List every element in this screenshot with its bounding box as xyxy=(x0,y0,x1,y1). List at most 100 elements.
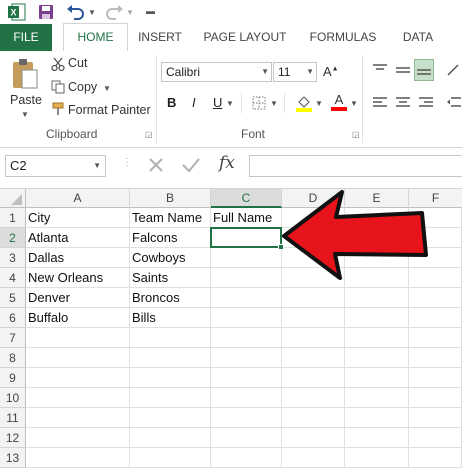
cell-e5[interactable] xyxy=(345,288,409,308)
cell-c8[interactable] xyxy=(211,348,282,368)
cell-a12[interactable] xyxy=(26,428,130,448)
cell-a8[interactable] xyxy=(26,348,130,368)
cell-d10[interactable] xyxy=(282,388,345,408)
italic-button[interactable]: I xyxy=(192,95,196,110)
cell-f12[interactable] xyxy=(409,428,462,448)
cell-f11[interactable] xyxy=(409,408,462,428)
cell-a4[interactable]: New Orleans xyxy=(26,268,130,288)
font-name-dropdown[interactable]: Calibri ▼ xyxy=(161,62,272,82)
cell-a3[interactable]: Dallas xyxy=(26,248,130,268)
cell-e9[interactable] xyxy=(345,368,409,388)
align-middle-icon[interactable] xyxy=(395,63,411,77)
cell-d8[interactable] xyxy=(282,348,345,368)
font-color-button[interactable]: A xyxy=(331,92,347,112)
cell-a5[interactable]: Denver xyxy=(26,288,130,308)
cell-d11[interactable] xyxy=(282,408,345,428)
row-header-6[interactable]: 6 xyxy=(0,308,26,328)
undo-icon[interactable] xyxy=(66,3,86,21)
align-left-icon[interactable] xyxy=(372,96,388,110)
cell-b11[interactable] xyxy=(130,408,211,428)
cell-f10[interactable] xyxy=(409,388,462,408)
cell-c7[interactable] xyxy=(211,328,282,348)
cell-f6[interactable] xyxy=(409,308,462,328)
cell-c6[interactable] xyxy=(211,308,282,328)
tab-page-layout[interactable]: PAGE LAYOUT xyxy=(196,24,294,51)
cell-b9[interactable] xyxy=(130,368,211,388)
orientation-icon[interactable] xyxy=(446,63,462,77)
row-header-13[interactable]: 13 xyxy=(0,448,26,468)
redo-icon[interactable] xyxy=(104,3,124,21)
cell-e8[interactable] xyxy=(345,348,409,368)
column-header-a[interactable]: A xyxy=(26,189,130,208)
row-header-4[interactable]: 4 xyxy=(0,268,26,288)
cell-c1[interactable]: Full Name xyxy=(211,208,282,228)
cell-c12[interactable] xyxy=(211,428,282,448)
cell-b5[interactable]: Broncos xyxy=(130,288,211,308)
cancel-icon[interactable] xyxy=(147,156,165,174)
cell-f8[interactable] xyxy=(409,348,462,368)
align-top-icon[interactable] xyxy=(372,63,388,77)
tab-data[interactable]: DATA xyxy=(392,24,444,51)
cell-b2[interactable]: Falcons xyxy=(130,228,211,248)
decrease-indent-icon[interactable] xyxy=(446,96,462,110)
row-header-5[interactable]: 5 xyxy=(0,288,26,308)
cell-a9[interactable] xyxy=(26,368,130,388)
row-header-8[interactable]: 8 xyxy=(0,348,26,368)
cell-a7[interactable] xyxy=(26,328,130,348)
row-header-7[interactable]: 7 xyxy=(0,328,26,348)
cell-c10[interactable] xyxy=(211,388,282,408)
cell-b4[interactable]: Saints xyxy=(130,268,211,288)
grow-font-button[interactable]: A▲ xyxy=(323,64,339,79)
cell-d12[interactable] xyxy=(282,428,345,448)
cell-b7[interactable] xyxy=(130,328,211,348)
cell-d7[interactable] xyxy=(282,328,345,348)
cell-f5[interactable] xyxy=(409,288,462,308)
cell-b6[interactable]: Bills xyxy=(130,308,211,328)
cell-f13[interactable] xyxy=(409,448,462,468)
row-header-3[interactable]: 3 xyxy=(0,248,26,268)
cell-c3[interactable] xyxy=(211,248,282,268)
enter-icon[interactable] xyxy=(181,156,201,174)
cell-c4[interactable] xyxy=(211,268,282,288)
row-header-11[interactable]: 11 xyxy=(0,408,26,428)
cell-c5[interactable] xyxy=(211,288,282,308)
cell-c13[interactable] xyxy=(211,448,282,468)
align-right-icon[interactable] xyxy=(418,96,434,110)
customize-qat-icon[interactable]: ▬ xyxy=(146,6,155,16)
font-size-dropdown[interactable]: 11 ▼ xyxy=(273,62,317,82)
cell-b3[interactable]: Cowboys xyxy=(130,248,211,268)
cell-e12[interactable] xyxy=(345,428,409,448)
row-header-2[interactable]: 2 xyxy=(0,228,26,248)
cell-e7[interactable] xyxy=(345,328,409,348)
undo-dropdown-icon[interactable]: ▼ xyxy=(88,8,96,17)
cell-d13[interactable] xyxy=(282,448,345,468)
cell-a13[interactable] xyxy=(26,448,130,468)
copy-button[interactable]: Copy xyxy=(68,80,97,94)
cell-d5[interactable] xyxy=(282,288,345,308)
cell-e10[interactable] xyxy=(345,388,409,408)
paste-button[interactable]: Paste xyxy=(10,93,42,107)
save-icon[interactable] xyxy=(38,4,54,20)
bold-button[interactable]: B xyxy=(167,95,176,110)
borders-icon[interactable] xyxy=(252,96,266,110)
cell-b12[interactable] xyxy=(130,428,211,448)
fill-color-icon[interactable] xyxy=(296,94,312,112)
cell-a1[interactable]: City xyxy=(26,208,130,228)
underline-button[interactable]: U xyxy=(213,95,222,110)
cut-button[interactable]: Cut xyxy=(68,56,87,70)
cell-b10[interactable] xyxy=(130,388,211,408)
formula-input[interactable] xyxy=(249,155,462,177)
underline-dropdown-icon[interactable]: ▼ xyxy=(226,99,234,108)
cell-a10[interactable] xyxy=(26,388,130,408)
row-header-12[interactable]: 12 xyxy=(0,428,26,448)
paste-dropdown-icon[interactable]: ▼ xyxy=(21,110,29,119)
copy-dropdown-icon[interactable]: ▼ xyxy=(103,84,111,93)
row-header-1[interactable]: 1 xyxy=(0,208,26,228)
align-center-icon[interactable] xyxy=(395,96,411,110)
tab-insert[interactable]: INSERT xyxy=(131,24,189,51)
column-header-b[interactable]: B xyxy=(130,189,211,208)
cell-f7[interactable] xyxy=(409,328,462,348)
align-bottom-icon[interactable] xyxy=(414,59,434,81)
cell-d6[interactable] xyxy=(282,308,345,328)
cell-b1[interactable]: Team Name xyxy=(130,208,211,228)
